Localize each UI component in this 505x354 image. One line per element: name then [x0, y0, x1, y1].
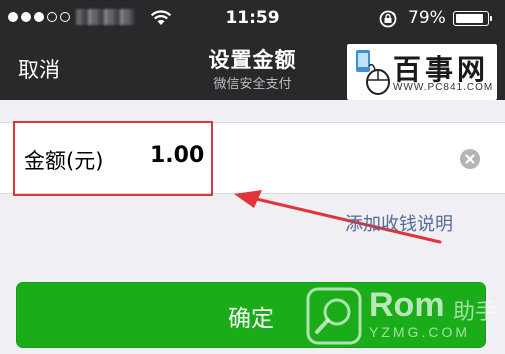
- annotation-highlight-box: [13, 121, 213, 196]
- rom-helper-logo-icon: [306, 287, 362, 345]
- watermark-url: WWW.PC841.COM: [393, 82, 494, 93]
- pc841-watermark: 百事网 WWW.PC841.COM: [347, 44, 497, 100]
- watermark-url-bottom: YZMG.COM: [369, 324, 470, 340]
- mouse-logo-icon: [356, 50, 390, 95]
- orientation-lock-icon: [379, 10, 397, 28]
- watermark-rom-text: Rom: [369, 286, 445, 324]
- add-payment-note-link[interactable]: 添加收钱说明: [345, 210, 453, 236]
- battery-icon: [453, 11, 492, 26]
- status-bar: 11:59 79%: [0, 0, 505, 36]
- rom-helper-watermark: Rom 助手 YZMG.COM: [303, 284, 503, 352]
- battery-percent: 79%: [408, 8, 446, 28]
- clear-icon[interactable]: [460, 149, 480, 169]
- watermark-helper-text: 助手: [453, 300, 498, 325]
